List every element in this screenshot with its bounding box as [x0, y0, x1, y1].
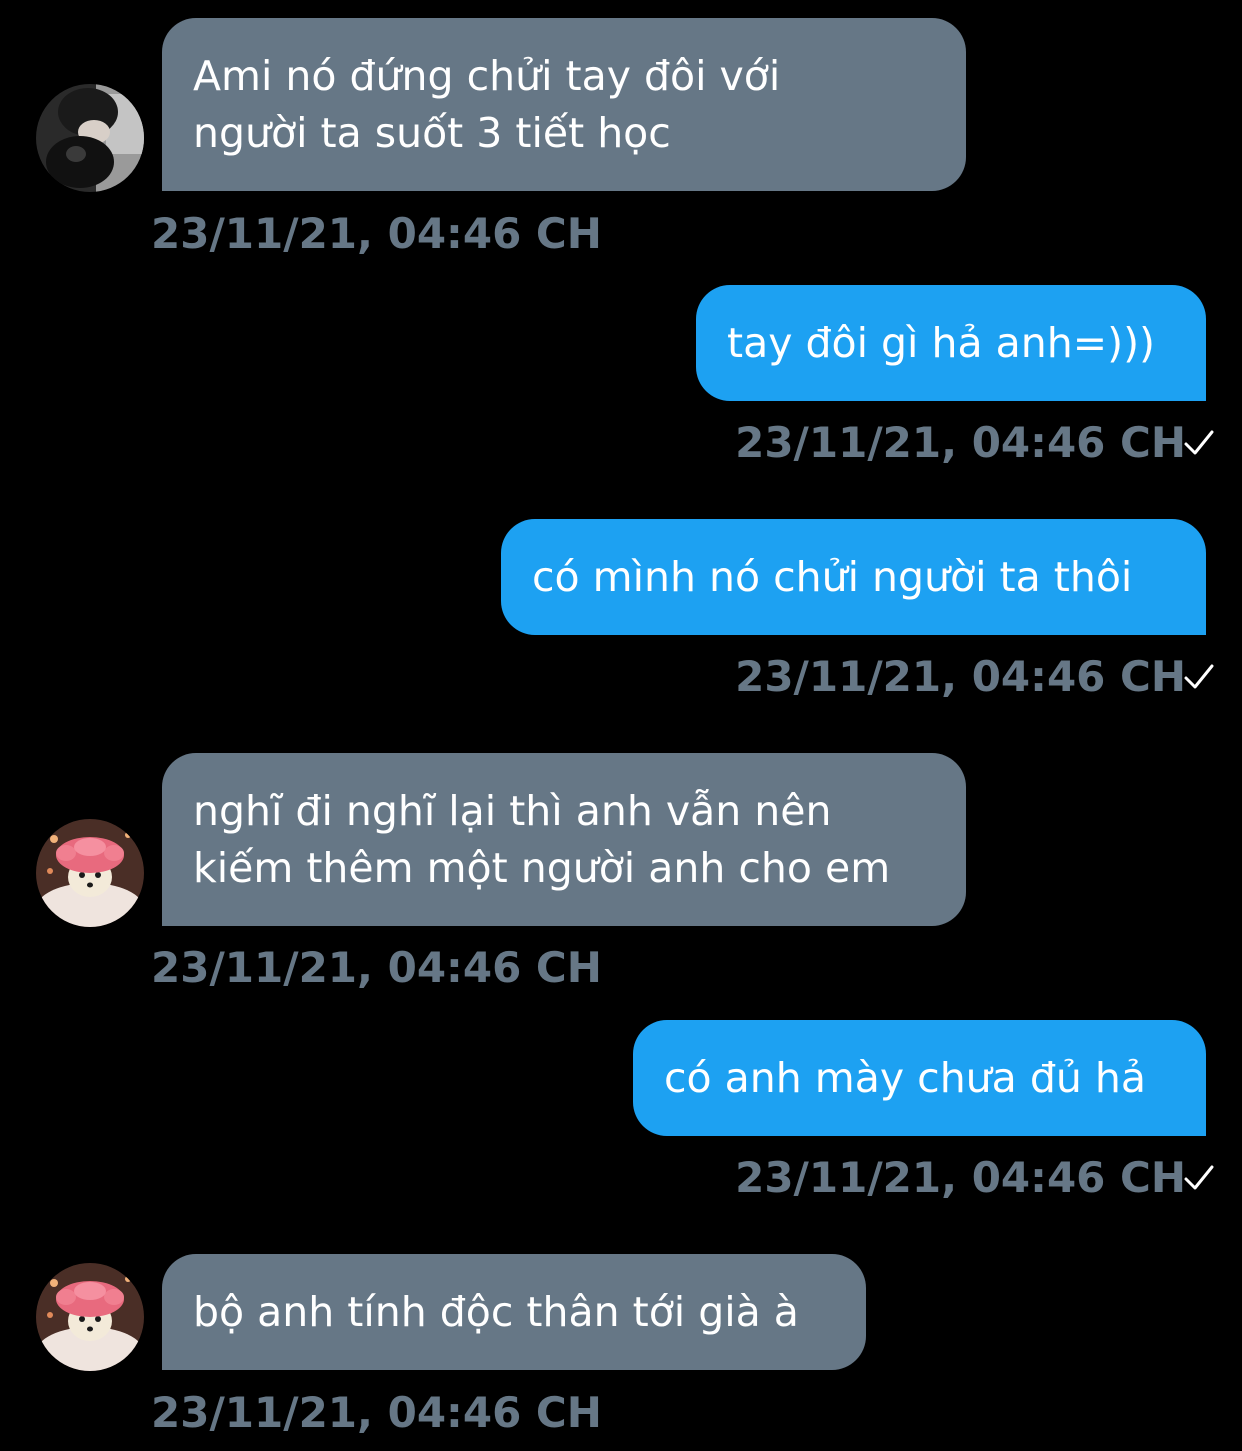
- checkmark-icon: [1184, 664, 1214, 689]
- message-timestamp: 23/11/21, 04:46 CH: [151, 943, 602, 992]
- outgoing-message-bubble[interactable]: có anh mày chưa đủ hả: [633, 1020, 1206, 1136]
- incoming-message-bubble[interactable]: nghĩ đi nghĩ lại thì anh vẫn nên kiếm th…: [162, 753, 966, 926]
- avatar-dog-icon: [36, 1263, 144, 1371]
- incoming-message-bubble[interactable]: bộ anh tính độc thân tới già à: [162, 1254, 866, 1370]
- message-line: người ta suốt 3 tiết học: [193, 109, 671, 157]
- checkmark-icon: [1184, 430, 1214, 455]
- message-line: có anh mày chưa đủ hả: [664, 1054, 1146, 1102]
- outgoing-message-bubble[interactable]: có mình nó chửi người ta thôi: [501, 519, 1206, 635]
- message-line: tay đôi gì hả anh=))): [727, 319, 1156, 367]
- message-line: Ami nó đứng chửi tay đôi với: [193, 52, 781, 100]
- message-timestamp: 23/11/21, 04:46 CH: [735, 418, 1186, 467]
- message-timestamp: 23/11/21, 04:46 CH: [151, 1388, 602, 1437]
- avatar-dog-icon: [36, 819, 144, 927]
- message-timestamp: 23/11/21, 04:46 CH: [735, 1153, 1186, 1202]
- avatar-person-icon: [36, 84, 144, 192]
- message-line: bộ anh tính độc thân tới già à: [193, 1288, 799, 1336]
- message-line: kiếm thêm một người anh cho em: [193, 844, 891, 892]
- message-line: có mình nó chửi người ta thôi: [532, 553, 1133, 601]
- message-timestamp: 23/11/21, 04:46 CH: [151, 209, 602, 258]
- avatar-person-with-cat[interactable]: [36, 84, 144, 192]
- outgoing-message-bubble[interactable]: tay đôi gì hả anh=))): [696, 285, 1206, 401]
- message-line: nghĩ đi nghĩ lại thì anh vẫn nên: [193, 787, 832, 835]
- avatar-dog-pink-cap[interactable]: [36, 1263, 144, 1371]
- incoming-message-bubble[interactable]: Ami nó đứng chửi tay đôi với người ta su…: [162, 18, 966, 191]
- message-timestamp: 23/11/21, 04:46 CH: [735, 652, 1186, 701]
- avatar-dog-pink-cap[interactable]: [36, 819, 144, 927]
- checkmark-icon: [1184, 1165, 1214, 1190]
